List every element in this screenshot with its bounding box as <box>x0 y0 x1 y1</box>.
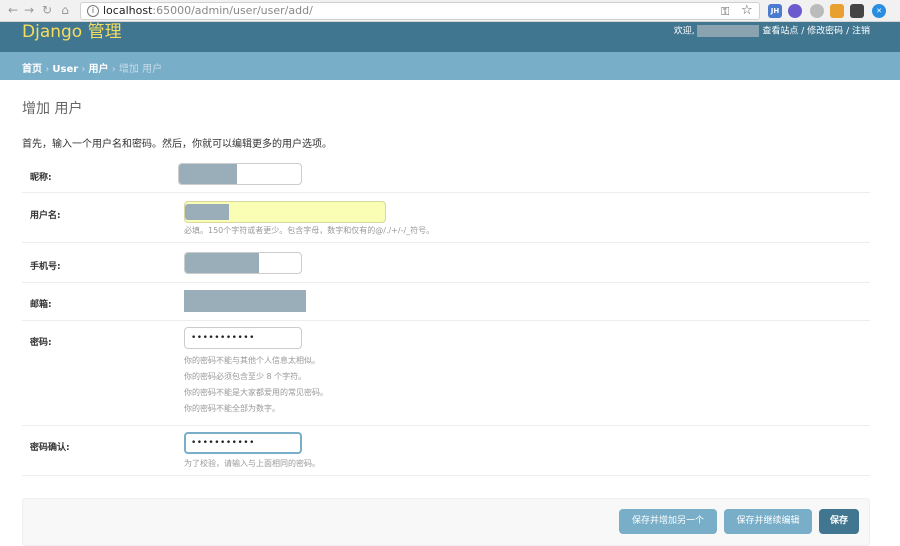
redacted-value <box>185 253 259 273</box>
save-button[interactable]: 保存 <box>819 509 859 534</box>
password-confirm-label: 密码确认: <box>30 443 70 453</box>
form-row-email: 邮箱: <box>22 283 870 321</box>
save-add-another-button[interactable]: 保存并增加另一个 <box>619 509 717 534</box>
extension-qr-icon[interactable] <box>850 4 864 18</box>
bookmark-star-icon[interactable]: ☆ <box>741 3 753 18</box>
redacted-value <box>179 164 237 184</box>
extension-circle-icon[interactable] <box>788 4 802 18</box>
site-brand[interactable]: Django 管理 <box>22 22 122 42</box>
redacted-value <box>185 204 229 220</box>
password-label: 密码: <box>30 338 52 348</box>
redacted-value <box>184 290 306 312</box>
key-icon[interactable]: ⚿ <box>721 5 729 19</box>
password-help-1: 你的密码不能与其他个人信息太相似。 <box>184 356 320 365</box>
form-row-password-confirm: 密码确认: ••••••••••• 为了校验，请输入与上面相同的密码。 <box>22 426 870 476</box>
username-input[interactable] <box>184 201 386 223</box>
breadcrumb-home[interactable]: 首页 <box>22 64 42 75</box>
email-label: 邮箱: <box>30 300 52 310</box>
nickname-input[interactable] <box>178 163 302 185</box>
extension-orange-icon[interactable] <box>830 4 844 18</box>
extension-blue-icon[interactable]: ✕ <box>872 4 886 18</box>
back-icon[interactable]: ← <box>6 3 20 17</box>
change-password-link[interactable]: 修改密码 <box>807 27 843 37</box>
password-help-2: 你的密码必须包含至少 8 个字符。 <box>184 372 307 381</box>
info-icon[interactable]: i <box>87 5 99 17</box>
logout-link[interactable]: 注销 <box>852 27 870 37</box>
forward-icon[interactable]: → <box>22 3 36 17</box>
reload-icon[interactable]: ↻ <box>40 3 54 17</box>
nickname-label: 昵称: <box>30 173 52 183</box>
extension-jh-icon[interactable]: JH <box>768 4 782 18</box>
address-bar[interactable]: i localhost:65000/admin/user/user/add/ ⚿… <box>80 2 760 20</box>
form-row-nickname: 昵称: <box>22 155 870 193</box>
submit-row: 保存并增加另一个 保存并继续编辑 保存 <box>22 498 870 546</box>
breadcrumb-current: 增加 用户 <box>118 64 163 75</box>
phone-label: 手机号: <box>30 262 61 272</box>
username-label: 用户名: <box>30 211 61 221</box>
user-tools: 欢迎, 查看站点 / 修改密码 / 注销 <box>673 25 870 37</box>
form-row-password: 密码: ••••••••••• 你的密码不能与其他个人信息太相似。 你的密码必须… <box>22 321 870 426</box>
save-continue-button[interactable]: 保存并继续编辑 <box>724 509 812 534</box>
username-help: 必填。150个字符或者更少。包含字母，数字和仅有的@/./+/-/_符号。 <box>184 226 435 235</box>
intro-text: 首先，输入一个用户名和密码。然后，你就可以编辑更多的用户选项。 <box>22 139 332 150</box>
page-title: 增加 用户 <box>22 101 83 117</box>
browser-toolbar: ← → ↻ ⌂ i localhost:65000/admin/user/use… <box>0 0 900 22</box>
breadcrumb-model[interactable]: 用户 <box>89 64 109 75</box>
admin-header: Django 管理 欢迎, 查看站点 / 修改密码 / 注销 <box>0 22 900 52</box>
home-icon[interactable]: ⌂ <box>58 3 72 17</box>
password-input[interactable]: ••••••••••• <box>184 327 302 349</box>
form-row-username: 用户名: 必填。150个字符或者更少。包含字母，数字和仅有的@/./+/-/_符… <box>22 193 870 243</box>
email-input[interactable] <box>184 290 306 312</box>
url-text: localhost:65000/admin/user/user/add/ <box>103 4 313 17</box>
password-help-4: 你的密码不能全部为数字。 <box>184 404 280 413</box>
view-site-link[interactable]: 查看站点 <box>762 27 798 37</box>
password-help-3: 你的密码不能是大家都爱用的常见密码。 <box>184 388 328 397</box>
phone-input[interactable] <box>184 252 302 274</box>
breadcrumb: 首页 › User › 用户 › 增加 用户 <box>0 52 900 80</box>
form-row-phone: 手机号: <box>22 243 870 283</box>
welcome-text: 欢迎, <box>673 26 695 37</box>
breadcrumb-app[interactable]: User <box>52 64 78 75</box>
extension-gear-icon[interactable] <box>810 4 824 18</box>
password-confirm-input[interactable]: ••••••••••• <box>184 432 302 454</box>
username-redacted <box>697 25 760 37</box>
password-confirm-help: 为了校验，请输入与上面相同的密码。 <box>184 459 320 468</box>
